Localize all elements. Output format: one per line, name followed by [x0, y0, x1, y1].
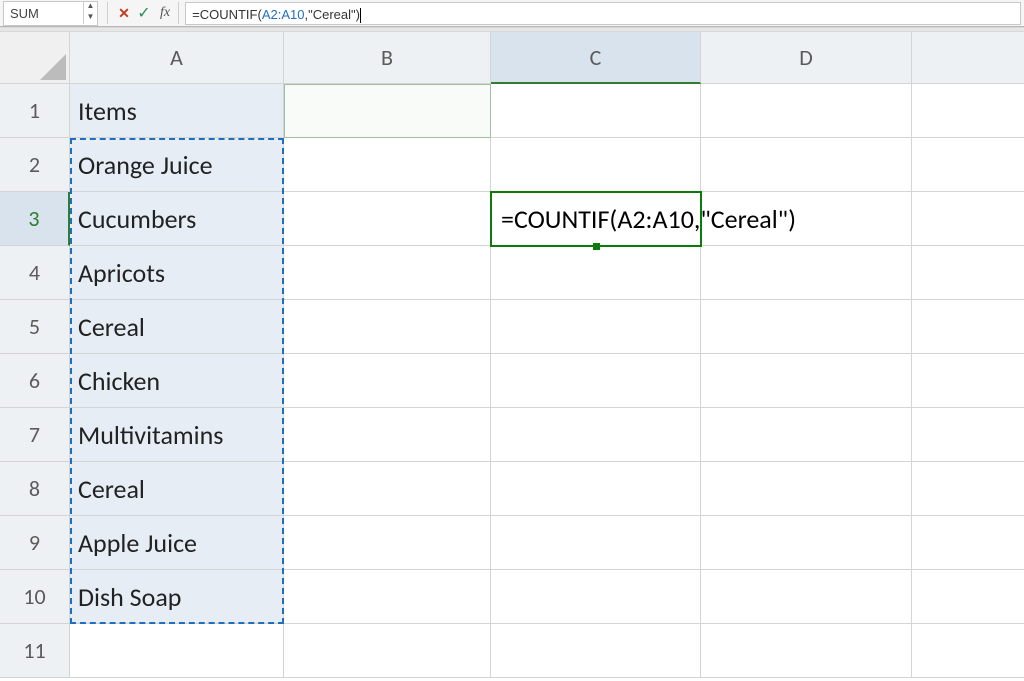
enter-button[interactable]: ✓	[134, 2, 154, 25]
cell[interactable]	[284, 138, 491, 192]
row-header-8[interactable]: 8	[0, 462, 70, 516]
cell[interactable]: Orange Juice	[70, 138, 284, 192]
name-box-value: SUM	[4, 6, 83, 21]
cell[interactable]: Apricots	[70, 246, 284, 300]
cell[interactable]	[284, 624, 491, 678]
cell[interactable]: Cucumbers	[70, 192, 284, 246]
column-header-A[interactable]: A	[70, 32, 284, 84]
row-header-7[interactable]: 7	[0, 408, 70, 462]
cell[interactable]	[701, 516, 912, 570]
cell[interactable]	[284, 516, 491, 570]
x-icon: ✕	[118, 5, 130, 22]
cell[interactable]	[284, 462, 491, 516]
cell[interactable]	[701, 570, 912, 624]
cell[interactable]	[912, 300, 1024, 354]
cell[interactable]	[284, 408, 491, 462]
row-header-6[interactable]: 6	[0, 354, 70, 408]
row-header-2[interactable]: 2	[0, 138, 70, 192]
cell[interactable]	[701, 354, 912, 408]
cell[interactable]	[912, 246, 1024, 300]
cell[interactable]	[491, 624, 701, 678]
cell[interactable]	[912, 624, 1024, 678]
divider	[107, 2, 108, 24]
cell[interactable]	[912, 138, 1024, 192]
row-header-1[interactable]: 1	[0, 84, 70, 138]
cell[interactable]	[912, 84, 1024, 138]
cell[interactable]	[491, 516, 701, 570]
cell[interactable]	[491, 570, 701, 624]
cell[interactable]	[284, 354, 491, 408]
cell[interactable]	[912, 570, 1024, 624]
cell[interactable]	[284, 570, 491, 624]
cell[interactable]: Apple Juice	[70, 516, 284, 570]
cell[interactable]	[701, 624, 912, 678]
cell[interactable]: Chicken	[70, 354, 284, 408]
spreadsheet-grid[interactable]: ABCD 1234567891011 ItemsOrange JuiceCucumb…	[0, 32, 1024, 681]
cell[interactable]	[491, 138, 701, 192]
row-header-9[interactable]: 9	[0, 516, 70, 570]
cell[interactable]	[284, 300, 491, 354]
cell[interactable]	[701, 84, 912, 138]
row-header-10[interactable]: 10	[0, 570, 70, 624]
column-header-D[interactable]: D	[701, 32, 912, 84]
cell[interactable]	[701, 246, 912, 300]
cell[interactable]: Items	[70, 84, 284, 138]
editing-cell-content[interactable]: =COUNTIF(A2:A10,"Cereal")	[493, 192, 802, 246]
column-header-extra[interactable]	[912, 32, 1024, 84]
cell[interactable]	[912, 192, 1024, 246]
row-header-11[interactable]: 11	[0, 624, 70, 678]
name-box[interactable]: SUM ▲ ▼	[3, 1, 98, 26]
check-icon: ✓	[137, 3, 150, 23]
cell[interactable]	[701, 138, 912, 192]
divider	[178, 2, 179, 24]
cell[interactable]	[70, 624, 284, 678]
cell[interactable]	[491, 462, 701, 516]
cell[interactable]	[912, 462, 1024, 516]
cell[interactable]: Dish Soap	[70, 570, 284, 624]
select-all-corner[interactable]	[0, 32, 70, 84]
cell[interactable]	[284, 246, 491, 300]
column-header-C[interactable]: C	[491, 32, 701, 84]
cell[interactable]: Multivitamins	[70, 408, 284, 462]
formula-text-range: A2:A10	[262, 7, 305, 22]
cell[interactable]	[912, 408, 1024, 462]
cell[interactable]	[491, 354, 701, 408]
formula-text-suffix: ,"Cereal")	[304, 7, 359, 22]
fx-label[interactable]: fx	[160, 5, 170, 21]
row-header-4[interactable]: 4	[0, 246, 70, 300]
text-caret	[360, 8, 361, 23]
cell[interactable]	[701, 408, 912, 462]
cell[interactable]	[491, 408, 701, 462]
formula-bar: SUM ▲ ▼ ✕ ✓ fx =COUNTIF(A2:A10,"Cereal")	[0, 0, 1024, 27]
cell[interactable]	[701, 300, 912, 354]
chevron-down-icon[interactable]: ▼	[84, 13, 97, 24]
row-header-5[interactable]: 5	[0, 300, 70, 354]
cell[interactable]	[701, 462, 912, 516]
cell[interactable]	[284, 192, 491, 246]
cell[interactable]	[912, 354, 1024, 408]
row-header-3[interactable]: 3	[0, 192, 70, 246]
formula-text-prefix: =COUNTIF(	[192, 7, 262, 22]
cell[interactable]: Cereal	[70, 462, 284, 516]
fill-handle[interactable]	[593, 243, 600, 250]
name-box-stepper[interactable]: ▲ ▼	[83, 2, 97, 24]
cancel-button[interactable]: ✕	[114, 2, 134, 25]
cell[interactable]	[491, 84, 701, 138]
formula-input[interactable]: =COUNTIF(A2:A10,"Cereal")	[185, 2, 1021, 25]
cell[interactable]	[284, 84, 491, 138]
cell[interactable]	[491, 300, 701, 354]
cell[interactable]	[491, 246, 701, 300]
cell[interactable]	[912, 516, 1024, 570]
column-header-B[interactable]: B	[284, 32, 491, 84]
cell[interactable]: Cereal	[70, 300, 284, 354]
